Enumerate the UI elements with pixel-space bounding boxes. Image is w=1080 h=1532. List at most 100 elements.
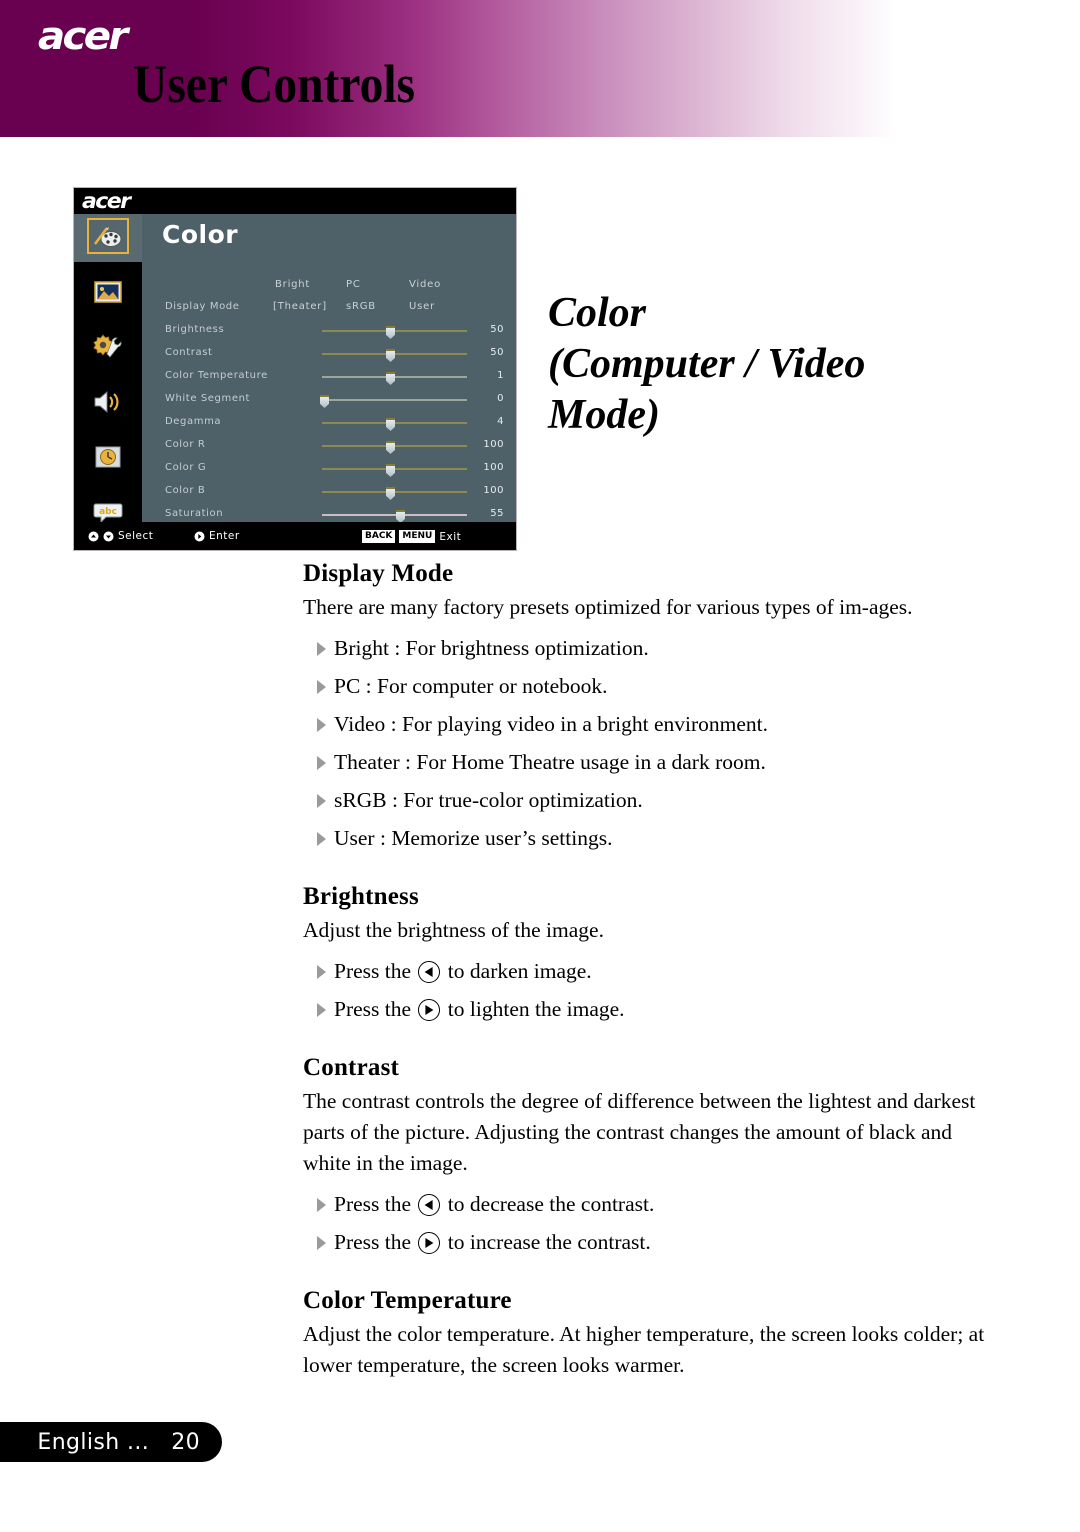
row-value-color-g: 100: [483, 462, 504, 473]
slider-knob-color-temperature[interactable]: [386, 372, 395, 385]
row-label-color-b: Color B: [165, 485, 206, 496]
osd-exit-label: Exit: [439, 530, 462, 543]
slider-track-white-segment[interactable]: [320, 395, 467, 408]
press-the-label: Press the: [334, 997, 412, 1021]
row-value-contrast: 50: [490, 347, 504, 358]
bullet-triangle-icon: [317, 756, 326, 770]
mode-value-user[interactable]: User: [409, 301, 435, 312]
list-item-label: to decrease the contrast.: [447, 1192, 655, 1216]
bullet-triangle-icon: [317, 794, 326, 808]
row-label-saturation: Saturation: [165, 508, 224, 519]
bullet-triangle-icon: [317, 965, 326, 979]
heading-contrast: Contrast: [303, 1054, 400, 1081]
paragraph-contrast: The contrast controls the degree of diff…: [303, 1089, 976, 1175]
left-arrow-button-icon: [418, 1194, 441, 1216]
row-value-white-segment: 0: [497, 393, 504, 404]
chevron-up-icon: [88, 531, 99, 541]
slider-track-color-r[interactable]: [322, 441, 467, 454]
chevron-down-icon: [103, 531, 114, 541]
osd-footer-bar: Select Enter BACK MENU Exit: [74, 522, 516, 550]
list-item-label: Theater : For Home Theatre usage in a da…: [334, 750, 766, 774]
slider-knob-color-b[interactable]: [386, 487, 395, 500]
bullet-triangle-icon: [317, 1236, 326, 1250]
speaker-volume-icon[interactable]: [86, 383, 130, 421]
mode-header-video: Video: [409, 279, 442, 290]
mode-header-pc: PC: [346, 279, 361, 290]
left-arrow-button-icon: [418, 961, 441, 983]
row-label-display-mode: Display Mode: [165, 301, 240, 312]
osd-enter-label: Enter: [209, 530, 240, 542]
slider-knob-color-r[interactable]: [386, 441, 395, 454]
slider-track-color-g[interactable]: [322, 464, 467, 477]
press-the-label: Press the: [334, 1230, 412, 1254]
page-title: User Controls: [133, 54, 416, 114]
mode-value-srgb[interactable]: sRGB: [346, 301, 376, 312]
osd-heading: Color: [162, 220, 239, 249]
bullet-list-display-mode: Bright : For brightness optimization. PC…: [303, 629, 1003, 857]
palette-icon[interactable]: [87, 218, 129, 254]
osd-select-hint[interactable]: Select: [88, 530, 153, 542]
row-label-degamma: Degamma: [165, 416, 222, 427]
list-item-label: to darken image.: [447, 959, 592, 983]
row-label-brightness: Brightness: [165, 324, 225, 335]
menu-key-badge[interactable]: MENU: [399, 530, 436, 543]
heading-brightness: Brightness: [303, 883, 419, 910]
row-value-color-temperature: 1: [497, 370, 504, 381]
row-value-saturation: 55: [490, 508, 504, 519]
slider-track-saturation[interactable]: [322, 510, 467, 523]
timer-clock-icon[interactable]: [86, 438, 130, 476]
osd-enter-hint[interactable]: Enter: [194, 530, 240, 542]
list-item-label: Bright : For brightness optimization.: [334, 636, 649, 660]
slider-knob-brightness[interactable]: [386, 326, 395, 339]
list-item: PC : For computer or notebook.: [303, 667, 1003, 705]
right-arrow-button-icon: [418, 1232, 441, 1254]
chevron-right-icon: [194, 531, 205, 541]
settings-gear-wrench-icon[interactable]: [86, 328, 130, 366]
row-label-color-r: Color R: [165, 439, 206, 450]
page-header-banner: acer User Controls: [0, 0, 1080, 137]
section-title-line-1: Color: [548, 290, 647, 336]
slider-knob-degamma[interactable]: [386, 418, 395, 431]
footer-language-label: English ...: [37, 1429, 150, 1455]
slider-track-color-temperature[interactable]: [322, 372, 467, 385]
slider-track-brightness[interactable]: [322, 326, 467, 339]
mode-header-bright: Bright: [275, 279, 311, 290]
list-item: Video : For playing video in a bright en…: [303, 705, 1003, 743]
bullet-triangle-icon: [317, 1003, 326, 1017]
list-item-label: Video : For playing video in a bright en…: [334, 712, 769, 736]
list-item: Press the to decrease the contrast.: [303, 1185, 1003, 1223]
row-label-white-segment: White Segment: [165, 393, 251, 404]
slider-track-color-b[interactable]: [322, 487, 467, 500]
slider-knob-white-segment[interactable]: [320, 395, 329, 408]
osd-acer-logo: acer: [82, 189, 131, 213]
main-content: Display Mode There are many factory pres…: [303, 560, 1003, 1383]
row-value-color-r: 100: [483, 439, 504, 450]
row-label-contrast: Contrast: [165, 347, 213, 358]
list-item-label: PC : For computer or notebook.: [334, 674, 608, 698]
back-key-badge[interactable]: BACK: [362, 530, 396, 543]
slider-track-degamma[interactable]: [322, 418, 467, 431]
mode-value-theater[interactable]: [Theater]: [273, 301, 327, 312]
row-value-brightness: 50: [490, 324, 504, 335]
image-icon[interactable]: [86, 273, 130, 311]
bullet-triangle-icon: [317, 832, 326, 846]
osd-select-label: Select: [118, 530, 154, 542]
manual-page: acer User Controls acer abc Color Bright…: [0, 0, 1080, 1532]
osd-screenshot: acer abc Color Bright PC Video Display M…: [73, 187, 517, 551]
list-item: Press the to increase the contrast.: [303, 1223, 1003, 1261]
press-the-label: Press the: [334, 959, 412, 983]
slider-track-contrast[interactable]: [322, 349, 467, 362]
row-label-color-g: Color G: [165, 462, 207, 473]
list-item: Press the to lighten the image.: [303, 990, 1003, 1028]
slider-knob-contrast[interactable]: [386, 349, 395, 362]
list-item: sRGB : For true-color optimization.: [303, 781, 1003, 819]
osd-exit-hint[interactable]: BACK MENU Exit: [362, 530, 461, 543]
list-item-label: User : Memorize user’s settings.: [334, 826, 613, 850]
bullet-triangle-icon: [317, 680, 326, 694]
slider-knob-color-g[interactable]: [386, 464, 395, 477]
row-value-color-b: 100: [483, 485, 504, 496]
list-item-label: to increase the contrast.: [447, 1230, 651, 1254]
paragraph-brightness: Adjust the brightness of the image.: [303, 918, 604, 942]
right-arrow-button-icon: [418, 999, 441, 1021]
list-item: User : Memorize user’s settings.: [303, 819, 1003, 857]
